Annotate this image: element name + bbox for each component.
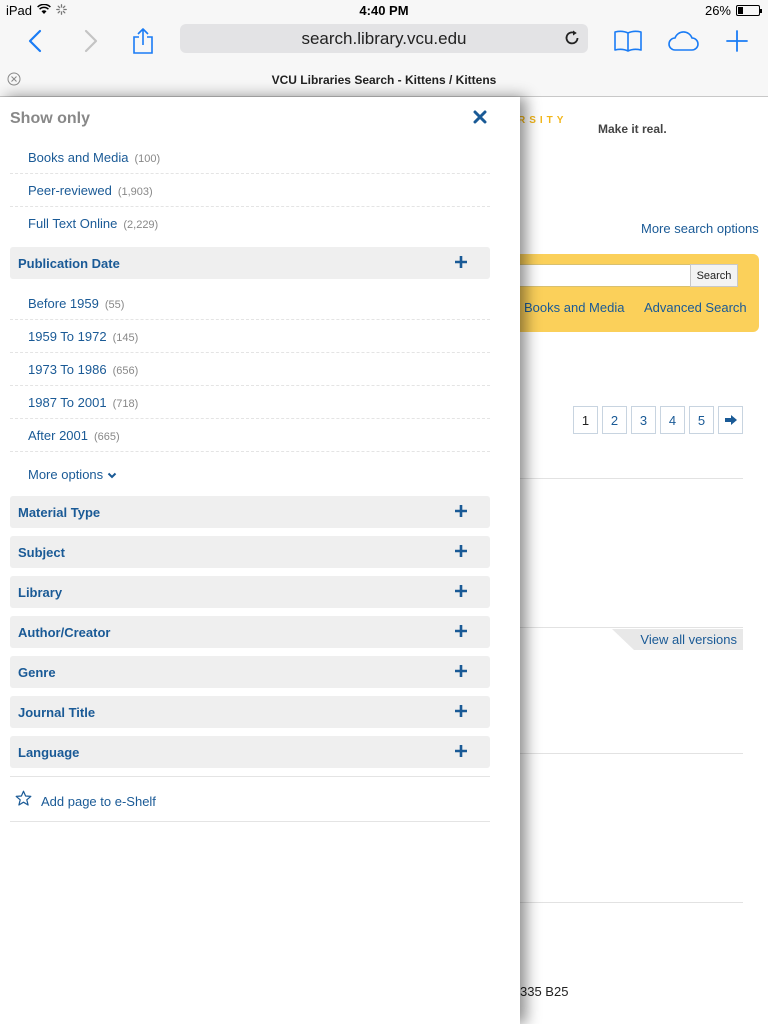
facet-full-text-online[interactable]: Full Text Online (2,229) (10, 207, 490, 240)
facet-label: Full Text Online (28, 216, 118, 231)
facet-count: (665) (94, 431, 120, 443)
divider (520, 627, 743, 628)
section-label: Material Type (18, 505, 101, 520)
facet-count: (55) (104, 299, 125, 311)
tab-title: VCU Libraries Search - Kittens / Kittens (271, 73, 497, 87)
url-text: search.library.vcu.edu (301, 29, 467, 48)
university-wordmark: RSITY (518, 115, 568, 126)
facet-after-2001[interactable]: After 2001 (665) (10, 419, 490, 452)
divider (10, 821, 490, 822)
divider (520, 902, 743, 903)
plus-icon[interactable] (454, 664, 468, 678)
battery-percent: 26% (704, 3, 731, 18)
clock: 4:40 PM (359, 3, 409, 18)
plus-icon[interactable] (454, 744, 468, 758)
eshelf-label: Add page to e-Shelf (41, 793, 156, 809)
facet-before-1959[interactable]: Before 1959 (55) (10, 287, 490, 320)
facet-label: 1959 To 1972 (28, 329, 107, 344)
section-genre[interactable]: Genre (10, 656, 490, 688)
facet-1973-to-1986[interactable]: 1973 To 1986 (656) (10, 353, 490, 386)
search-box-panel: Search Books and Media Advanced Search (516, 254, 759, 332)
page-button[interactable]: 3 (631, 406, 656, 434)
reload-icon[interactable] (562, 28, 582, 48)
facet-label: Before 1959 (28, 296, 99, 311)
page-button[interactable]: 1 (573, 406, 598, 434)
section-journal-title[interactable]: Journal Title (10, 696, 490, 728)
back-icon[interactable] (18, 24, 52, 58)
status-bar: iPad 4:40 PM 26% (0, 0, 768, 20)
panel-title: Show only (10, 110, 90, 127)
facet-label: After 2001 (28, 428, 88, 443)
plus-icon[interactable] (454, 704, 468, 718)
facet-1959-to-1972[interactable]: 1959 To 1972 (145) (10, 320, 490, 353)
view-all-versions-link[interactable]: View all versions (640, 632, 737, 647)
icloud-tabs-icon[interactable] (666, 24, 700, 58)
plus-icon[interactable] (454, 255, 468, 269)
section-label: Library (18, 585, 63, 600)
plus-icon[interactable] (454, 544, 468, 558)
page-button[interactable]: 5 (689, 406, 714, 434)
section-library[interactable]: Library (10, 576, 490, 608)
plus-icon[interactable] (454, 504, 468, 518)
section-language[interactable]: Language (10, 736, 490, 768)
facet-books-and-media[interactable]: Books and Media (100) (10, 141, 490, 174)
plus-icon[interactable] (454, 624, 468, 638)
new-tab-icon[interactable] (720, 24, 754, 58)
facet-count: (2,229) (123, 219, 159, 231)
divider (10, 776, 490, 777)
section-label: Journal Title (18, 705, 96, 720)
advanced-search-link[interactable]: Advanced Search (644, 300, 747, 315)
facet-label: Peer-reviewed (28, 183, 112, 198)
section-label: Genre (18, 665, 56, 680)
bookmarks-icon[interactable] (611, 24, 645, 58)
section-label: Language (18, 745, 80, 760)
section-material-type[interactable]: Material Type (10, 496, 490, 528)
section-label: Author/Creator (18, 625, 111, 640)
facet-panel: Show only Books and Media (100) Peer-revi… (0, 97, 520, 1024)
facet-count: (656) (112, 365, 139, 377)
facet-peer-reviewed[interactable]: Peer-reviewed (1,903) (10, 174, 490, 207)
books-and-media-link[interactable]: Books and Media (524, 300, 624, 315)
more-options-link[interactable]: More options (28, 467, 117, 482)
facet-count: (145) (112, 332, 139, 344)
section-subject[interactable]: Subject (10, 536, 490, 568)
browser-toolbar: search.library.vcu.edu (0, 20, 768, 62)
facet-1987-to-2001[interactable]: 1987 To 2001 (718) (10, 386, 490, 419)
facet-label: 1987 To 2001 (28, 395, 107, 410)
star-icon (15, 790, 32, 812)
more-options-label: More options (28, 467, 104, 482)
search-input[interactable] (516, 264, 690, 287)
facet-label: 1973 To 1986 (28, 362, 107, 377)
pagination: 12345 (573, 406, 743, 434)
chevron-down-icon (107, 467, 117, 482)
section-label: Subject (18, 545, 65, 560)
divider (520, 753, 743, 754)
section-author-creator[interactable]: Author/Creator (10, 616, 490, 648)
forward-icon[interactable] (74, 24, 108, 58)
url-bar[interactable]: search.library.vcu.edu (180, 24, 588, 53)
tagline: Make it real. (598, 122, 667, 136)
facet-count: (718) (112, 398, 139, 410)
facet-count: (1,903) (117, 186, 153, 198)
view-all-versions-tab[interactable]: View all versions (612, 629, 743, 650)
call-number: 335 B25 (520, 984, 569, 999)
page-button[interactable]: 2 (602, 406, 627, 434)
divider (520, 478, 743, 479)
close-icon[interactable] (470, 106, 490, 128)
section-publication-date[interactable]: Publication Date (10, 247, 490, 279)
page-button[interactable]: 4 (660, 406, 685, 434)
next-page-arrow-icon[interactable] (718, 406, 743, 434)
plus-icon[interactable] (454, 584, 468, 598)
more-search-options-link[interactable]: More search options (641, 221, 759, 236)
battery-icon (736, 5, 762, 16)
facet-count: (100) (134, 153, 161, 165)
add-to-eshelf-button[interactable]: Add page to e-Shelf (15, 790, 156, 812)
section-label: Publication Date (18, 256, 120, 271)
share-icon[interactable] (126, 24, 160, 58)
search-button[interactable]: Search (690, 264, 738, 287)
tab-bar: VCU Libraries Search - Kittens / Kittens (0, 62, 768, 97)
facet-label: Books and Media (28, 150, 129, 165)
